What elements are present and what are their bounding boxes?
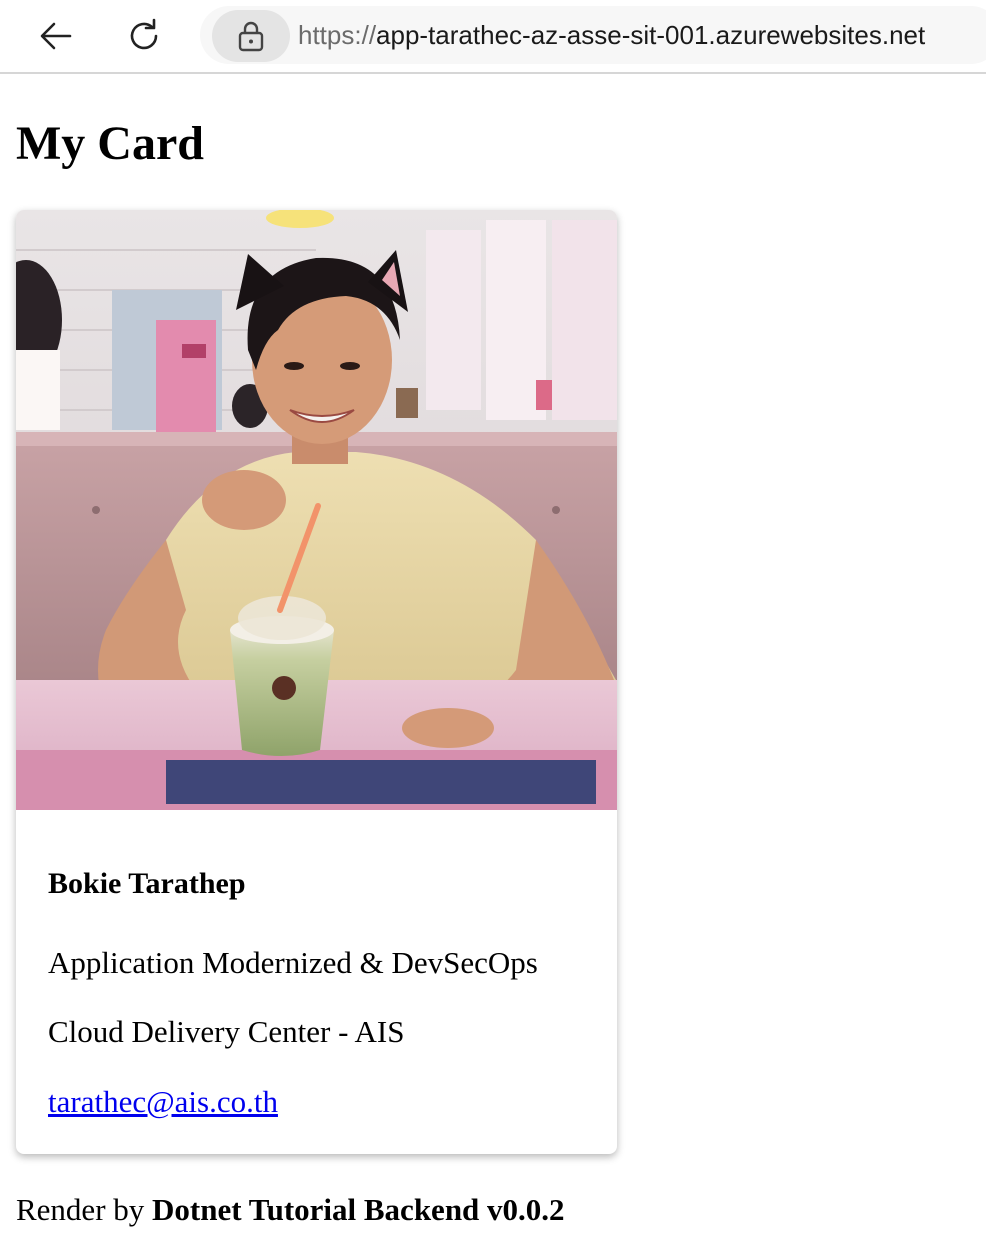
page-title: My Card bbox=[16, 117, 204, 170]
footer-text: Render by Dotnet Tutorial Backend v0.0.2 bbox=[16, 1190, 565, 1230]
card-name: Bokie Tarathep bbox=[48, 867, 246, 900]
url-scheme: https:// bbox=[298, 20, 377, 50]
address-bar[interactable]: https://app-tarathec-az-asse-sit-001.azu… bbox=[200, 6, 986, 64]
footer-prefix: Render by bbox=[16, 1192, 145, 1227]
reload-icon bbox=[130, 18, 158, 50]
browser-toolbar: https://app-tarathec-az-asse-sit-001.azu… bbox=[0, 0, 986, 74]
card-organization: Cloud Delivery Center - AIS bbox=[48, 1014, 405, 1049]
url-text[interactable]: https://app-tarathec-az-asse-sit-001.azu… bbox=[298, 20, 925, 51]
card-role: Application Modernized & DevSecOps bbox=[48, 945, 538, 980]
site-info-button[interactable] bbox=[212, 10, 290, 62]
url-host: app-tarathec-az-asse-sit-001.azurewebsit… bbox=[376, 20, 926, 50]
profile-photo bbox=[16, 210, 617, 810]
back-arrow-icon bbox=[40, 22, 72, 50]
lock-icon bbox=[238, 21, 264, 52]
back-button[interactable] bbox=[32, 12, 80, 60]
footer-app-name: Dotnet Tutorial Backend v0.0.2 bbox=[152, 1192, 565, 1227]
profile-card: Bokie Tarathep Application Modernized & … bbox=[16, 210, 617, 1154]
reload-button[interactable] bbox=[120, 12, 168, 60]
email-link[interactable]: tarathec@ais.co.th bbox=[48, 1082, 278, 1122]
